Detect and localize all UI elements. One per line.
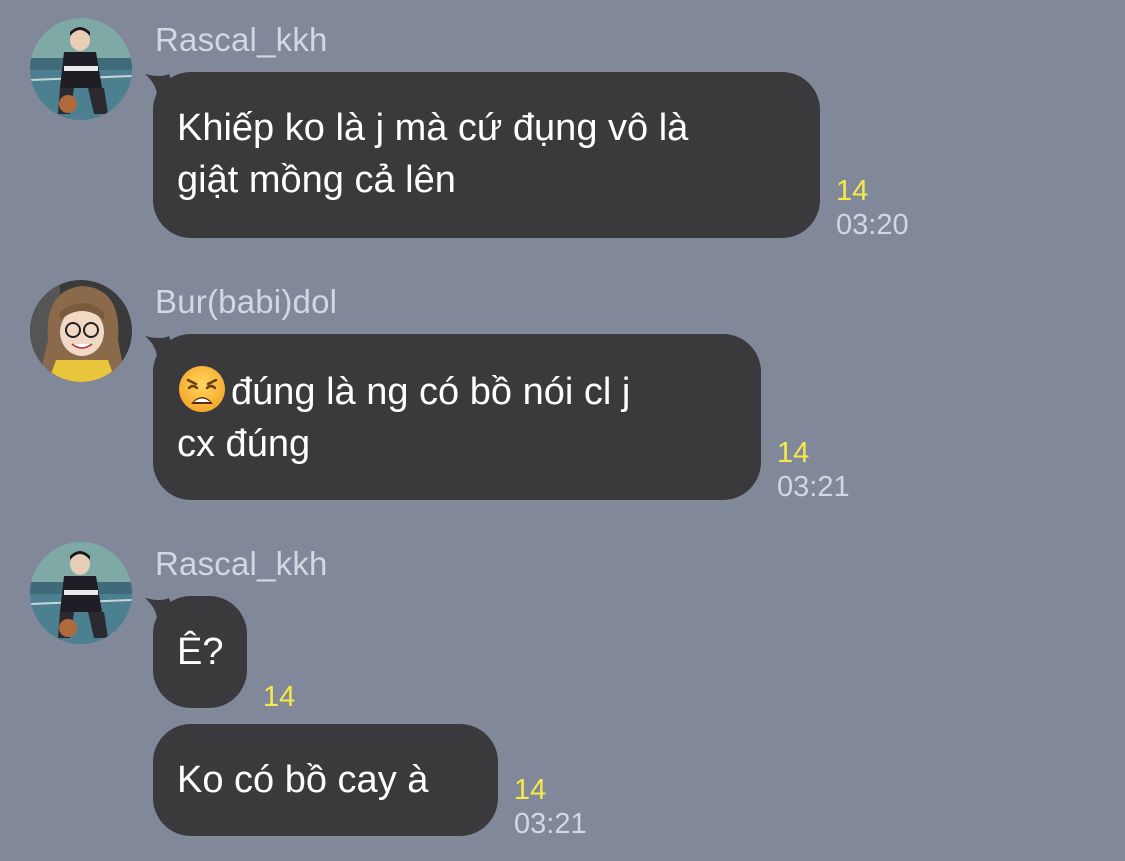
sender-name: Bur(babi)dol [155,283,338,320]
message-time: 03:20 [836,209,909,241]
message-time: 03:21 [514,808,587,840]
message-meta: 14 [263,680,295,714]
message-text-line: cx đúng [177,423,311,465]
message-meta: 14 03:21 [514,773,587,841]
message-bubble[interactable]: đúng là ng có bồ nói cl j cx đúng [153,334,761,500]
sender-name: Rascal_kkh [155,21,328,58]
chat-thread: Rascal_kkh Khiếp ko là j mà cứ đụng vô l… [0,0,1125,861]
user-avatar-icon [30,280,132,382]
unread-count: 14 [836,175,869,207]
message-bubble[interactable]: Khiếp ko là j mà cứ đụng vô là giật mồng… [153,72,820,238]
message-text-line: Khiếp ko là j mà cứ đụng vô là [177,107,689,149]
sender-name: Rascal_kkh [155,545,328,582]
avatar-rascal-kkh[interactable] [30,18,132,120]
avatar-rascal-kkh[interactable] [30,542,132,644]
avatar-bur-babi-dol[interactable] [30,280,132,382]
message-text-line: Ê? [177,631,224,673]
user-avatar-icon [30,542,132,644]
message-meta: 14 03:21 [777,436,850,504]
user-avatar-icon [30,18,132,120]
message-text-line: giật mồng cả lên [177,159,456,201]
unread-count: 14 [263,681,296,713]
unread-count: 14 [777,437,810,469]
message-meta: 14 03:20 [836,174,909,242]
unread-count: 14 [514,774,547,806]
message-bubble[interactable]: Ê? [153,596,247,708]
message-text-line: Ko có bồ cay à [177,759,429,801]
message-time: 03:21 [777,471,850,503]
message-bubble[interactable]: Ko có bồ cay à [153,724,498,836]
weary-face-emoji [179,366,225,412]
message-text: đúng là ng có bồ nói cl j [231,371,631,413]
message-text-line: đúng là ng có bồ nói cl j [177,364,737,418]
